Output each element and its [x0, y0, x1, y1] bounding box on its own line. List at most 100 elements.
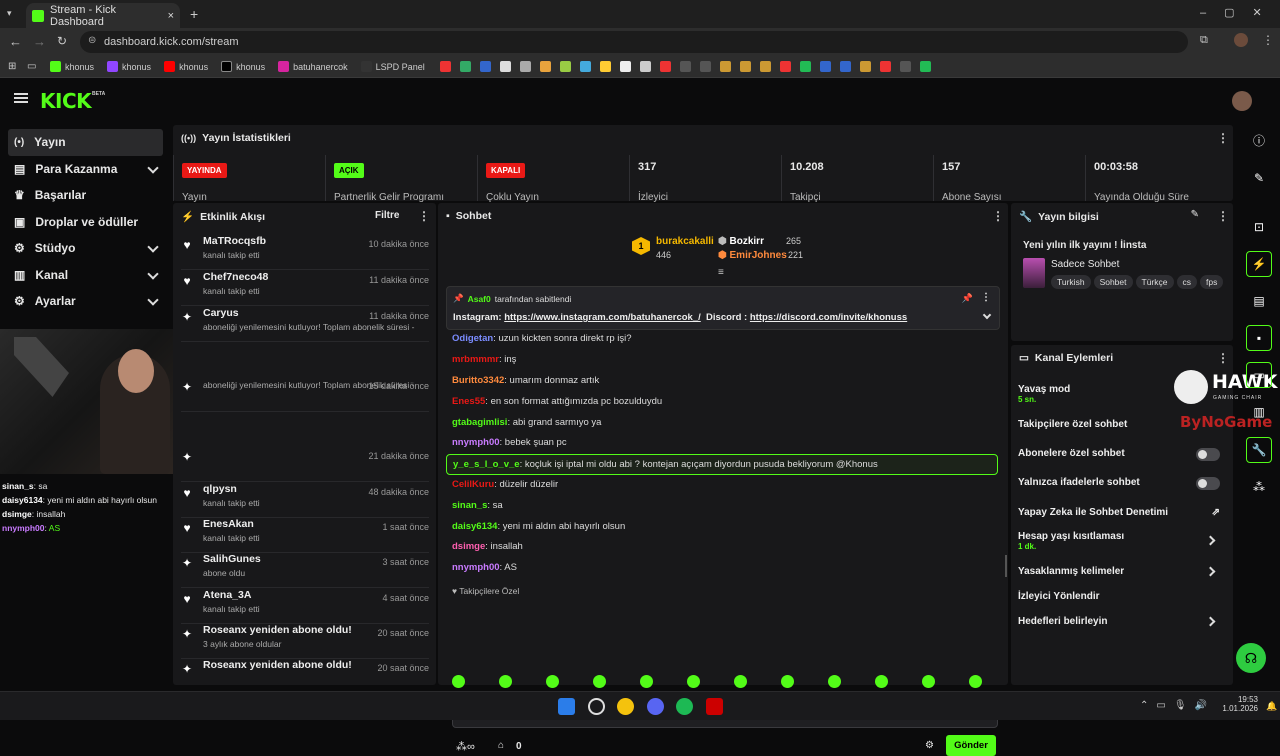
- bookmark-icon[interactable]: [739, 61, 751, 72]
- discord-link[interactable]: https://discord.com/invite/khonuss: [750, 312, 907, 323]
- nav-item-basarilar[interactable]: ♛ Başarılar: [8, 182, 163, 209]
- new-tab-icon[interactable]: +: [190, 6, 198, 22]
- bookmark-icon[interactable]: [659, 61, 671, 72]
- bookmark-icon[interactable]: [919, 61, 931, 72]
- subscribers-only-toggle[interactable]: [1196, 448, 1220, 461]
- event-name[interactable]: Atena_3A: [203, 589, 260, 601]
- emote-icon[interactable]: [546, 675, 559, 688]
- chat-username[interactable]: Buritto3342: [452, 375, 504, 386]
- leader-name[interactable]: burakcakalli: [656, 236, 714, 247]
- action-ai-moderation[interactable]: Yapay Zeka ile Sohbet Denetimi ⇗: [1018, 507, 1228, 518]
- nav-item-yayin[interactable]: (•) Yayın: [8, 129, 163, 156]
- action-banned-words[interactable]: Yasaklanmış kelimeler: [1018, 566, 1228, 580]
- nav-item-droplar[interactable]: ▣ Droplar ve ödüller: [8, 209, 163, 236]
- folder-icon[interactable]: ▭: [27, 61, 41, 72]
- bookmark-icon[interactable]: [839, 61, 851, 72]
- tab-list-icon[interactable]: ▾: [7, 8, 19, 20]
- channel-points-icon[interactable]: ⁂∞: [456, 740, 475, 753]
- reload-icon[interactable]: ↻: [57, 34, 67, 48]
- chat-username[interactable]: CelilKuru: [452, 479, 494, 490]
- edit-icon[interactable]: ✎: [1191, 209, 1199, 220]
- emote-icon[interactable]: [499, 675, 512, 688]
- app-icon[interactable]: [706, 698, 723, 715]
- tag[interactable]: Sohbet: [1093, 275, 1133, 289]
- chat-username[interactable]: y_e_s_l_o_v_e: [453, 459, 520, 470]
- leader-name[interactable]: ⬢ Bozkirr: [718, 236, 764, 247]
- dots-cluster-icon[interactable]: ⁂: [1246, 474, 1272, 500]
- nav-item-ayarlar[interactable]: ⚙ Ayarlar: [8, 288, 163, 315]
- wrench-icon[interactable]: 🔧: [1246, 437, 1272, 463]
- emote-icon[interactable]: [781, 675, 794, 688]
- action-raid[interactable]: İzleyici Yönlendir: [1018, 591, 1228, 602]
- bookmark-icon[interactable]: [579, 61, 591, 72]
- bookmark-icon[interactable]: [679, 61, 691, 72]
- chat-username[interactable]: nnymph00: [452, 562, 500, 573]
- chat-username[interactable]: dsimge: [452, 541, 485, 552]
- apps-icon[interactable]: ⊞: [8, 61, 22, 72]
- filter-button[interactable]: Filtre: [375, 210, 399, 221]
- bookmark-icon[interactable]: [699, 61, 711, 72]
- bookmark-icon[interactable]: [439, 61, 451, 72]
- hamburger-menu-icon[interactable]: [14, 93, 28, 103]
- bookmark-icon[interactable]: [459, 61, 471, 72]
- chat-username[interactable]: gtabagimlisi: [452, 417, 507, 428]
- discord-icon[interactable]: [647, 698, 664, 715]
- search-icon[interactable]: [588, 698, 605, 715]
- tag[interactable]: fps: [1200, 275, 1224, 289]
- event-name[interactable]: qlpysn: [203, 483, 260, 495]
- bookmark-khonus-kick[interactable]: khonus: [46, 61, 98, 72]
- browser-tab[interactable]: Stream - Kick Dashboard ×: [26, 3, 180, 28]
- chat-username[interactable]: sinan_s: [452, 500, 487, 511]
- bookmark-instagram[interactable]: batuhanercok: [274, 61, 352, 72]
- send-button[interactable]: Gönder: [946, 735, 996, 756]
- support-headset-icon[interactable]: ☊: [1236, 643, 1266, 673]
- site-info-icon[interactable]: ⊜: [88, 35, 96, 46]
- bookmark-icon[interactable]: [759, 61, 771, 72]
- more-options-icon[interactable]: ⋮: [1217, 210, 1229, 222]
- event-name[interactable]: Chef7neco48: [203, 271, 268, 283]
- emote-icon[interactable]: [734, 675, 747, 688]
- bookmark-icons-row[interactable]: [439, 61, 931, 72]
- emote-icon[interactable]: [922, 675, 935, 688]
- emote-icon[interactable]: [452, 675, 465, 688]
- menu-icon[interactable]: ⋮: [1262, 33, 1274, 47]
- emote-icon[interactable]: [969, 675, 982, 688]
- chrome-icon[interactable]: [617, 698, 634, 715]
- spotify-icon[interactable]: [676, 698, 693, 715]
- bookmark-icon[interactable]: [899, 61, 911, 72]
- more-options-icon[interactable]: ⋮: [1217, 132, 1229, 144]
- chat-username[interactable]: nnymph00: [452, 437, 500, 448]
- windows-start-icon[interactable]: [558, 698, 575, 715]
- chat-bubble-icon[interactable]: ▪: [1246, 325, 1272, 351]
- bookmark-icon[interactable]: [719, 61, 731, 72]
- bookmark-khonus-youtube[interactable]: khonus: [160, 61, 212, 72]
- back-icon[interactable]: ←: [9, 34, 22, 49]
- info-icon[interactable]: ⓘ: [1246, 127, 1272, 153]
- window-controls[interactable]: –▢✕: [1200, 6, 1280, 19]
- bookmark-icon[interactable]: [799, 61, 811, 72]
- store-icon[interactable]: ⌂: [498, 740, 504, 751]
- notification-icon[interactable]: 🔔: [1266, 701, 1277, 712]
- emotes-only-toggle[interactable]: [1196, 477, 1220, 490]
- bookmark-icon[interactable]: [519, 61, 531, 72]
- bookmark-icon[interactable]: [619, 61, 631, 72]
- pencil-icon[interactable]: ✎: [1246, 165, 1272, 191]
- category-name[interactable]: Sadece Sohbet: [1051, 259, 1119, 270]
- emote-icon[interactable]: [640, 675, 653, 688]
- system-tray-icons[interactable]: ⌃▭🎙🔊: [1140, 700, 1215, 711]
- action-goals[interactable]: Hedefleri belirleyin: [1018, 616, 1228, 630]
- more-options-icon[interactable]: ⋮: [418, 210, 430, 222]
- clipboard-icon[interactable]: ▤: [1246, 288, 1272, 314]
- tag[interactable]: Türkçe: [1135, 275, 1174, 289]
- instagram-link[interactable]: https://www.instagram.com/batuhanercok_/: [504, 312, 701, 323]
- bookmark-icon[interactable]: [539, 61, 551, 72]
- bookmark-khonus-twitch[interactable]: khonus: [103, 61, 155, 72]
- store-icon[interactable]: ▥: [1246, 399, 1272, 425]
- bookmark-khonus-x[interactable]: khonus: [217, 61, 269, 72]
- chat-username[interactable]: Enes55: [452, 396, 485, 407]
- action-emotes-only[interactable]: Yalnızca ifadelerle sohbet: [1018, 477, 1228, 491]
- bookmark-icon[interactable]: [859, 61, 871, 72]
- kick-logo[interactable]: KICK: [40, 89, 92, 113]
- bookmark-icon[interactable]: [559, 61, 571, 72]
- chat-settings-icon[interactable]: ⚙: [925, 740, 934, 751]
